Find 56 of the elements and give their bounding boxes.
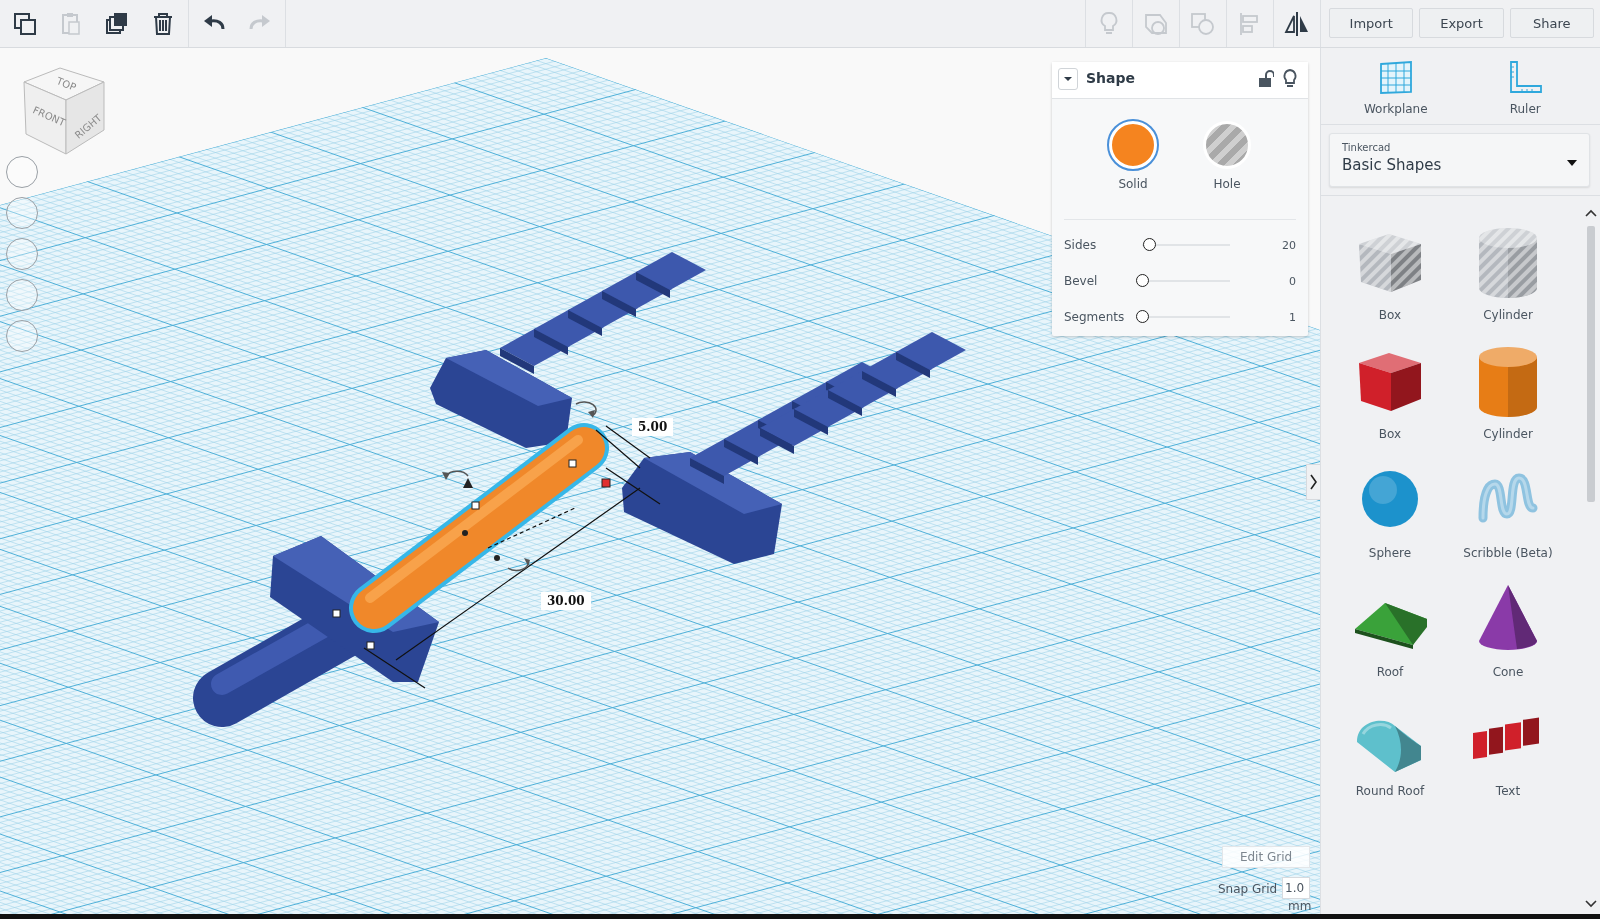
bulb-icon[interactable] [1282, 69, 1298, 89]
chevron-up-icon[interactable] [1584, 207, 1598, 219]
shape-item[interactable]: Round Roof [1331, 694, 1449, 798]
ungroup-icon [1190, 10, 1216, 37]
shape-item[interactable]: Scribble (Beta) [1449, 456, 1567, 560]
shape-item[interactable]: Box [1331, 337, 1449, 441]
cube-face-label: TOP [54, 75, 78, 93]
param-label: Sides [1064, 238, 1098, 252]
unit-label: mm [1288, 899, 1312, 913]
param-label: Segments [1064, 310, 1126, 324]
shape-item[interactable]: Text [1449, 694, 1567, 798]
library-category: Basic Shapes [1342, 156, 1443, 174]
chevron-right-icon [1310, 474, 1317, 490]
lock-open-icon[interactable] [1258, 70, 1274, 88]
scrollbar-thumb[interactable] [1587, 226, 1595, 502]
header-button[interactable]: Share [1509, 8, 1594, 38]
panel-title: Shape [1086, 70, 1136, 86]
param-value: 1 [1288, 310, 1296, 324]
panel-dropdown-button[interactable] [1058, 68, 1078, 90]
caret-icon [1567, 160, 1577, 166]
snap-grid-field[interactable]: 1.0 [1282, 877, 1310, 899]
chevron-down-icon[interactable] [1584, 898, 1598, 910]
ruler-tool[interactable]: Ruler [1475, 58, 1576, 116]
hole-swatch-icon [1203, 121, 1251, 169]
dimension-label[interactable]: 30.00 [541, 592, 591, 610]
shape-item[interactable]: Roof [1331, 575, 1449, 679]
workplane-tool[interactable]: Workplane [1345, 58, 1446, 116]
duplicate-icon [104, 10, 130, 37]
hole-mode-button[interactable]: Hole [1203, 121, 1251, 191]
solid-swatch-icon [1109, 121, 1157, 169]
solid-mode-button[interactable]: Solid [1109, 121, 1157, 191]
collapse-sidebar-button[interactable] [1306, 464, 1320, 500]
caret-icon [1063, 76, 1073, 82]
shape-item[interactable]: Sphere [1331, 456, 1449, 560]
param-label: Bevel [1064, 274, 1099, 288]
dimension-label[interactable]: 5.00 [632, 418, 674, 436]
shape-item[interactable]: Cylinder [1449, 337, 1567, 441]
copy-icon [12, 10, 38, 37]
slider-thumb[interactable] [1136, 310, 1149, 323]
snap-grid-label: Snap Grid [1218, 882, 1278, 896]
header-button[interactable]: Export [1419, 8, 1504, 38]
shape-item[interactable]: Cone [1449, 575, 1567, 679]
rotate-arrow-icon[interactable] [507, 558, 530, 572]
param-value: 20 [1281, 238, 1296, 252]
slider-thumb[interactable] [1136, 274, 1149, 287]
shape-item[interactable]: Cylinder [1449, 218, 1567, 322]
edit-grid-button[interactable]: Edit Grid [1222, 846, 1310, 868]
header-button[interactable]: Import [1329, 8, 1414, 38]
rotate-arrow-icon[interactable] [575, 401, 597, 418]
rotate-arrow-icon[interactable] [442, 470, 469, 480]
param-value: 0 [1288, 274, 1296, 288]
library-dropdown[interactable]: Tinkercad Basic Shapes [1329, 133, 1590, 187]
library-source: Tinkercad [1342, 142, 1392, 153]
shape-item[interactable]: Box [1331, 218, 1449, 322]
slider-thumb[interactable] [1142, 238, 1156, 251]
mirror-icon [1284, 10, 1310, 37]
